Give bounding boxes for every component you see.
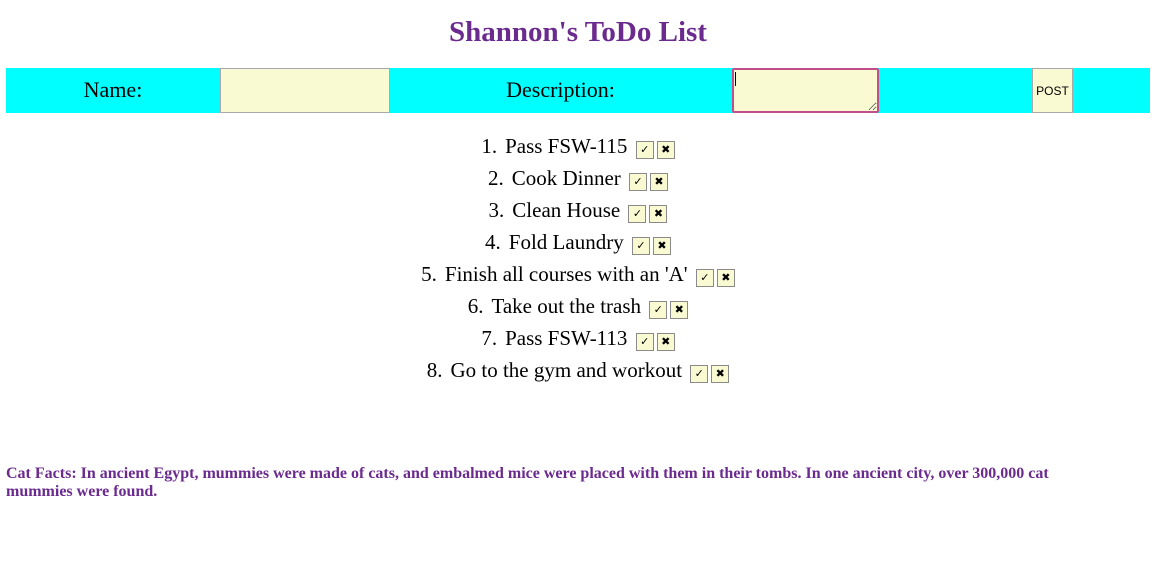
- complete-button[interactable]: ✓: [635, 141, 654, 160]
- delete-button[interactable]: ✖: [716, 269, 735, 288]
- complete-button[interactable]: ✓: [690, 365, 709, 384]
- item-number: 4.: [485, 230, 501, 254]
- item-text: Cook Dinner: [511, 166, 621, 190]
- list-item: 8. Go to the gym and workout ✓ ✖: [0, 354, 1156, 386]
- list-item: 5. Finish all courses with an 'A' ✓ ✖: [0, 258, 1156, 290]
- list-item: 4. Fold Laundry ✓ ✖: [0, 226, 1156, 258]
- list-item: 3. Clean House ✓ ✖: [0, 194, 1156, 226]
- list-item: 6. Take out the trash ✓ ✖: [0, 290, 1156, 322]
- item-number: 3.: [488, 198, 505, 222]
- page: Shannon's ToDo List Name: Description: P…: [0, 0, 1156, 569]
- complete-button[interactable]: ✓: [695, 269, 714, 288]
- list-item: 1. Pass FSW-115 ✓ ✖: [0, 130, 1156, 162]
- item-number: 5.: [421, 262, 437, 286]
- item-text: Finish all courses with an 'A': [444, 262, 688, 286]
- post-button[interactable]: POST: [1032, 68, 1073, 113]
- complete-button[interactable]: ✓: [631, 237, 650, 256]
- item-number: 7.: [481, 326, 498, 350]
- item-number: 6.: [467, 294, 484, 318]
- todo-list: 1. Pass FSW-115 ✓ ✖ 2. Cook Dinner ✓ ✖ 3. Cle…: [0, 130, 1156, 386]
- complete-button[interactable]: ✓: [635, 333, 654, 352]
- delete-button[interactable]: ✖: [649, 205, 668, 224]
- delete-button[interactable]: ✖: [650, 173, 669, 192]
- page-title: Shannon's ToDo List: [449, 16, 707, 48]
- text-caret: [735, 72, 736, 86]
- complete-button[interactable]: ✓: [628, 205, 647, 224]
- item-number: 8.: [426, 358, 443, 382]
- todo-form: Name: Description: POST: [6, 68, 1150, 113]
- delete-button[interactable]: ✖: [711, 365, 730, 384]
- item-text: Fold Laundry: [508, 230, 624, 254]
- delete-button[interactable]: ✖: [656, 141, 675, 160]
- item-number: 1.: [481, 134, 498, 158]
- item-number: 2.: [487, 166, 504, 190]
- description-input[interactable]: [732, 68, 879, 113]
- cat-facts-text: Cat Facts: In ancient Egypt, mummies wer…: [6, 465, 1049, 500]
- item-text: Go to the gym and workout: [450, 358, 683, 382]
- delete-button[interactable]: ✖: [656, 333, 675, 352]
- list-item: 7. Pass FSW-113 ✓ ✖: [0, 322, 1156, 354]
- name-input[interactable]: [220, 68, 390, 113]
- complete-button[interactable]: ✓: [629, 173, 648, 192]
- complete-button[interactable]: ✓: [649, 301, 668, 320]
- item-text: Pass FSW-115: [505, 134, 628, 158]
- name-label: Name:: [83, 77, 143, 102]
- delete-button[interactable]: ✖: [652, 237, 671, 256]
- item-text: Clean House: [512, 198, 621, 222]
- description-label: Description:: [506, 77, 615, 102]
- list-item: 2. Cook Dinner ✓ ✖: [0, 162, 1156, 194]
- item-text: Pass FSW-113: [505, 326, 628, 350]
- item-text: Take out the trash: [491, 294, 642, 318]
- delete-button[interactable]: ✖: [670, 301, 689, 320]
